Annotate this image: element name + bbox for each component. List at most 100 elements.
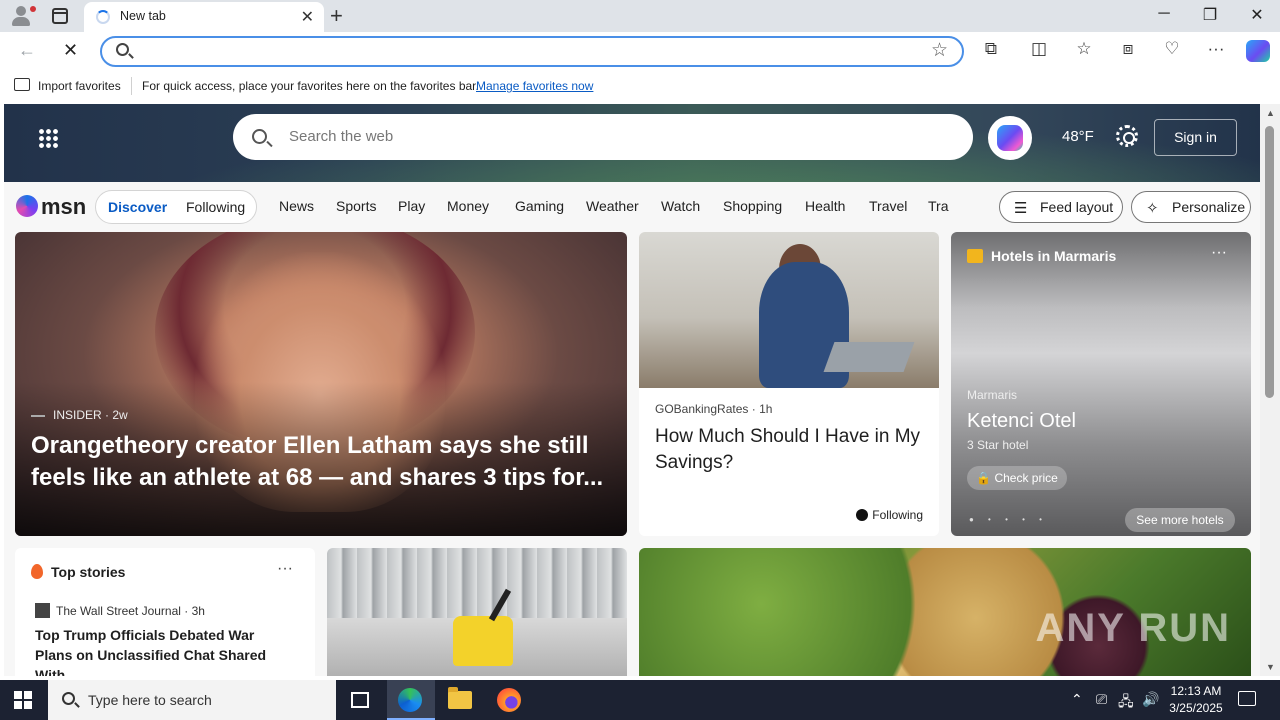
hero-story-card[interactable]: INSIDER · 2w Orangetheory creator Ellen … <box>15 232 627 536</box>
flame-icon <box>31 564 43 579</box>
more-options-icon[interactable]: ··· <box>1211 244 1227 262</box>
back-icon[interactable]: ← <box>18 40 36 61</box>
split-screen-icon[interactable]: ◫ <box>1027 39 1051 59</box>
network-icon[interactable]: 🖧 <box>1118 691 1134 715</box>
savings-story-card[interactable]: GOBankingRates · 1h How Much Should I Ha… <box>639 232 939 536</box>
sliders-icon: ☰ <box>1014 200 1028 217</box>
category-money[interactable]: Money <box>447 198 489 214</box>
category-weather[interactable]: Weather <box>586 198 639 214</box>
import-favorites-button[interactable]: Import favorites <box>38 79 121 93</box>
favorites-icon[interactable]: ☆ <box>1072 39 1096 59</box>
search-icon <box>116 43 129 56</box>
favorites-message: For quick access, place your favorites h… <box>142 79 479 93</box>
extensions-icon[interactable]: ⧉ <box>979 39 1003 59</box>
page-scrollbar[interactable]: ▲ ▼ <box>1260 104 1280 676</box>
task-view-icon[interactable] <box>351 692 369 708</box>
category-gaming[interactable]: Gaming <box>515 198 564 214</box>
tab-title: New tab <box>120 9 166 23</box>
personalize-button[interactable]: ✧ Personalize <box>1131 191 1251 223</box>
windows-start-icon[interactable] <box>14 691 32 709</box>
anyrun-watermark: ANY RUN <box>1035 606 1231 650</box>
hotel-name[interactable]: Ketenci Otel <box>967 410 1076 433</box>
new-tab-button[interactable]: + <box>330 3 343 29</box>
manage-favorites-link[interactable]: Manage favorites now <box>476 79 593 93</box>
performance-icon[interactable]: ♡ <box>1160 39 1184 59</box>
volume-icon[interactable]: 🔊 <box>1142 691 1159 708</box>
warehouse-story-card[interactable] <box>327 548 627 676</box>
feed-tabs: Discover Following <box>95 190 257 224</box>
usb-icon[interactable]: ⎚ <box>1096 691 1107 708</box>
more-icon[interactable]: ··· <box>1204 39 1228 59</box>
category-shopping[interactable]: Shopping <box>723 198 782 214</box>
taskbar-search[interactable]: Type here to search <box>48 680 336 720</box>
taskbar: Type here to search ⌃ ⎚ 🖧 🔊 12:13 AM 3/2… <box>0 680 1280 720</box>
story-headline[interactable]: Top Trump Officials Debated War Plans on… <box>35 625 295 676</box>
msn-header: Search the web 48°F Sign in <box>4 104 1260 182</box>
story-headline[interactable]: How Much Should I Have in My Savings? <box>655 424 925 476</box>
search-icon <box>62 692 75 705</box>
browser-toolbar: ← ✕ ☆ ⧉ ◫ ☆ ⧈ ♡ ··· <box>0 32 1280 72</box>
address-bar[interactable]: ☆ <box>100 36 964 67</box>
tab-following[interactable]: Following <box>186 199 245 215</box>
tab-new-tab[interactable]: New tab ✕ <box>84 2 324 32</box>
tab-discover[interactable]: Discover <box>108 199 167 215</box>
copilot-icon <box>997 125 1023 151</box>
more-options-icon[interactable]: ··· <box>277 560 293 578</box>
category-travel[interactable]: Travel <box>869 198 907 214</box>
story-image <box>453 616 513 666</box>
search-input[interactable]: Search the web <box>289 128 393 145</box>
favorite-star-icon[interactable]: ☆ <box>931 39 948 62</box>
msn-butterfly-icon <box>16 195 38 217</box>
category-sports[interactable]: Sports <box>336 198 376 214</box>
clock[interactable]: 12:13 AM 3/25/2025 <box>1164 683 1228 717</box>
web-search-box[interactable]: Search the web <box>233 114 973 160</box>
file-explorer-icon[interactable] <box>448 687 472 709</box>
copilot-button[interactable] <box>988 116 1032 160</box>
apps-grid-icon[interactable] <box>38 128 58 148</box>
stop-loading-icon[interactable]: ✕ <box>63 40 78 61</box>
suitcase-icon <box>967 249 983 263</box>
following-badge[interactable]: Following <box>856 508 923 522</box>
weather-widget[interactable]: 48°F <box>1062 128 1094 145</box>
collections-icon[interactable]: ⧈ <box>1116 39 1140 59</box>
tab-actions-icon[interactable] <box>52 8 68 24</box>
scroll-thumb[interactable] <box>1265 126 1274 398</box>
window-close-button[interactable]: ✕ <box>1234 5 1280 25</box>
food-story-card[interactable]: ANY RUN <box>639 548 1251 676</box>
hotels-card[interactable]: Hotels in Marmaris ··· Marmaris Ketenci … <box>951 232 1251 536</box>
settings-gear-icon[interactable] <box>1116 125 1138 147</box>
sparkle-icon: ✧ <box>1146 200 1159 217</box>
category-health[interactable]: Health <box>805 198 845 214</box>
category-truncated[interactable]: Tra <box>928 198 948 214</box>
feed-layout-button[interactable]: ☰ Feed layout <box>999 191 1123 223</box>
import-icon[interactable] <box>14 78 30 91</box>
hotel-location: Marmaris <box>967 388 1017 402</box>
notifications-icon[interactable] <box>1238 691 1256 706</box>
carousel-dots[interactable]: ● • • • • <box>969 515 1048 524</box>
profile-icon[interactable] <box>8 4 36 28</box>
scroll-down-icon[interactable]: ▼ <box>1266 662 1275 672</box>
check-price-button[interactable]: 🔒 Check price <box>967 466 1067 490</box>
scroll-up-icon[interactable]: ▲ <box>1266 108 1275 118</box>
hotel-rating: 3 Star hotel <box>967 438 1029 452</box>
edge-icon[interactable] <box>398 688 422 712</box>
copilot-icon[interactable] <box>1246 40 1270 62</box>
loading-icon <box>96 10 110 24</box>
taskbar-search-input[interactable]: Type here to search <box>88 692 212 708</box>
story-headline[interactable]: Orangetheory creator Ellen Latham says s… <box>31 430 611 494</box>
chevron-up-icon[interactable]: ⌃ <box>1071 691 1083 708</box>
story-image <box>639 232 939 388</box>
story-source: GOBankingRates · 1h <box>655 402 773 416</box>
sign-in-button[interactable]: Sign in <box>1154 119 1237 156</box>
category-play[interactable]: Play <box>398 198 425 214</box>
minimize-button[interactable]: ─ <box>1141 5 1187 23</box>
see-more-hotels-button[interactable]: See more hotels <box>1125 508 1235 532</box>
top-stories-card: Top stories ··· The Wall Street Journal … <box>15 548 315 676</box>
wsj-icon <box>35 603 50 618</box>
tab-close-icon[interactable]: ✕ <box>301 7 314 27</box>
category-news[interactable]: News <box>279 198 314 214</box>
restore-button[interactable]: ❐ <box>1187 5 1233 25</box>
search-icon <box>252 129 267 144</box>
firefox-icon[interactable] <box>497 688 521 712</box>
category-watch[interactable]: Watch <box>661 198 700 214</box>
